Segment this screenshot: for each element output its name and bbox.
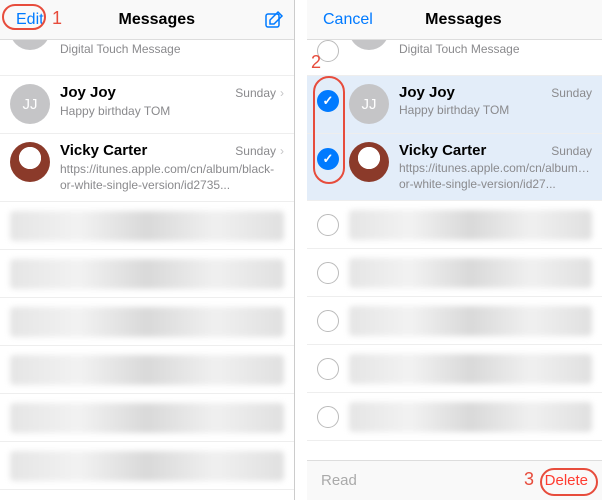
page-title: Messages: [119, 11, 196, 29]
conversation-list: Digital Touch Message JJ Joy Joy Sunday …: [307, 40, 602, 441]
select-checkbox[interactable]: [317, 90, 339, 112]
message-preview: https://itunes.apple.com/cn/album/black-…: [399, 161, 592, 192]
edit-button[interactable]: Edit: [10, 9, 50, 31]
header: Cancel Messages: [307, 0, 602, 40]
timestamp: Sunday: [551, 144, 592, 158]
cancel-button[interactable]: Cancel: [317, 9, 379, 31]
contact-name: Joy Joy: [399, 84, 455, 101]
conversation-row-blurred: [307, 393, 602, 441]
avatar: [10, 142, 50, 182]
conversation-row-blurred: [0, 346, 294, 394]
contact-name: Vicky Carter: [60, 142, 147, 159]
select-checkbox[interactable]: [317, 40, 339, 62]
conversation-row-blurred: [0, 202, 294, 250]
timestamp: Sunday: [235, 144, 276, 158]
select-checkbox[interactable]: [317, 262, 339, 284]
message-preview: Digital Touch Message: [60, 42, 284, 58]
avatar: [349, 142, 389, 182]
message-preview: Happy birthday TOM: [399, 103, 592, 119]
chevron-right-icon: ›: [280, 86, 284, 100]
select-checkbox[interactable]: [317, 358, 339, 380]
message-preview: Digital Touch Message: [399, 42, 592, 58]
conversation-row[interactable]: JJ Joy Joy Sunday Happy birthday TOM: [307, 76, 602, 134]
contact-name: Vicky Carter: [399, 142, 486, 159]
conversation-row[interactable]: Vicky Carter Sunday › https://itunes.appl…: [0, 134, 294, 202]
chevron-right-icon: ›: [280, 144, 284, 158]
timestamp: Sunday: [235, 86, 276, 100]
timestamp: Sunday: [551, 86, 592, 100]
message-preview: Happy birthday TOM: [60, 104, 284, 120]
edit-toolbar: Read Delete: [307, 460, 602, 500]
avatar: [349, 40, 389, 50]
conversation-row[interactable]: Vicky Carter Sunday https://itunes.apple…: [307, 134, 602, 201]
conversation-row-blurred: [307, 297, 602, 345]
page-title: Messages: [425, 11, 502, 29]
select-checkbox[interactable]: [317, 148, 339, 170]
contact-name: Joy Joy: [60, 84, 116, 101]
conversation-row[interactable]: Digital Touch Message: [307, 40, 602, 76]
conversation-list: Digital Touch Message JJ Joy Joy Sunday ›…: [0, 40, 294, 490]
avatar: [10, 40, 50, 50]
conversation-row-blurred: [307, 201, 602, 249]
conversation-row[interactable]: JJ Joy Joy Sunday › Happy birthday TOM: [0, 76, 294, 134]
conversation-row-blurred: [307, 249, 602, 297]
select-checkbox[interactable]: [317, 406, 339, 428]
select-checkbox[interactable]: [317, 310, 339, 332]
compose-icon[interactable]: [264, 10, 284, 30]
delete-button[interactable]: Delete: [545, 472, 588, 489]
avatar: JJ: [10, 84, 50, 124]
conversation-row-blurred: [307, 345, 602, 393]
conversation-row[interactable]: Digital Touch Message: [0, 40, 294, 76]
conversation-row-blurred: [0, 250, 294, 298]
header: Edit Messages: [0, 0, 294, 40]
read-button[interactable]: Read: [321, 472, 357, 489]
message-preview: https://itunes.apple.com/cn/album/black-…: [60, 162, 284, 193]
conversation-row-blurred: [0, 394, 294, 442]
avatar: JJ: [349, 84, 389, 124]
panel-edit-mode: Cancel Messages Digital Touch Message JJ…: [307, 0, 602, 500]
panel-normal-mode: Edit Messages Digital Touch Message JJ J…: [0, 0, 295, 500]
conversation-row-blurred: [0, 442, 294, 490]
select-checkbox[interactable]: [317, 214, 339, 236]
conversation-row-blurred: [0, 298, 294, 346]
